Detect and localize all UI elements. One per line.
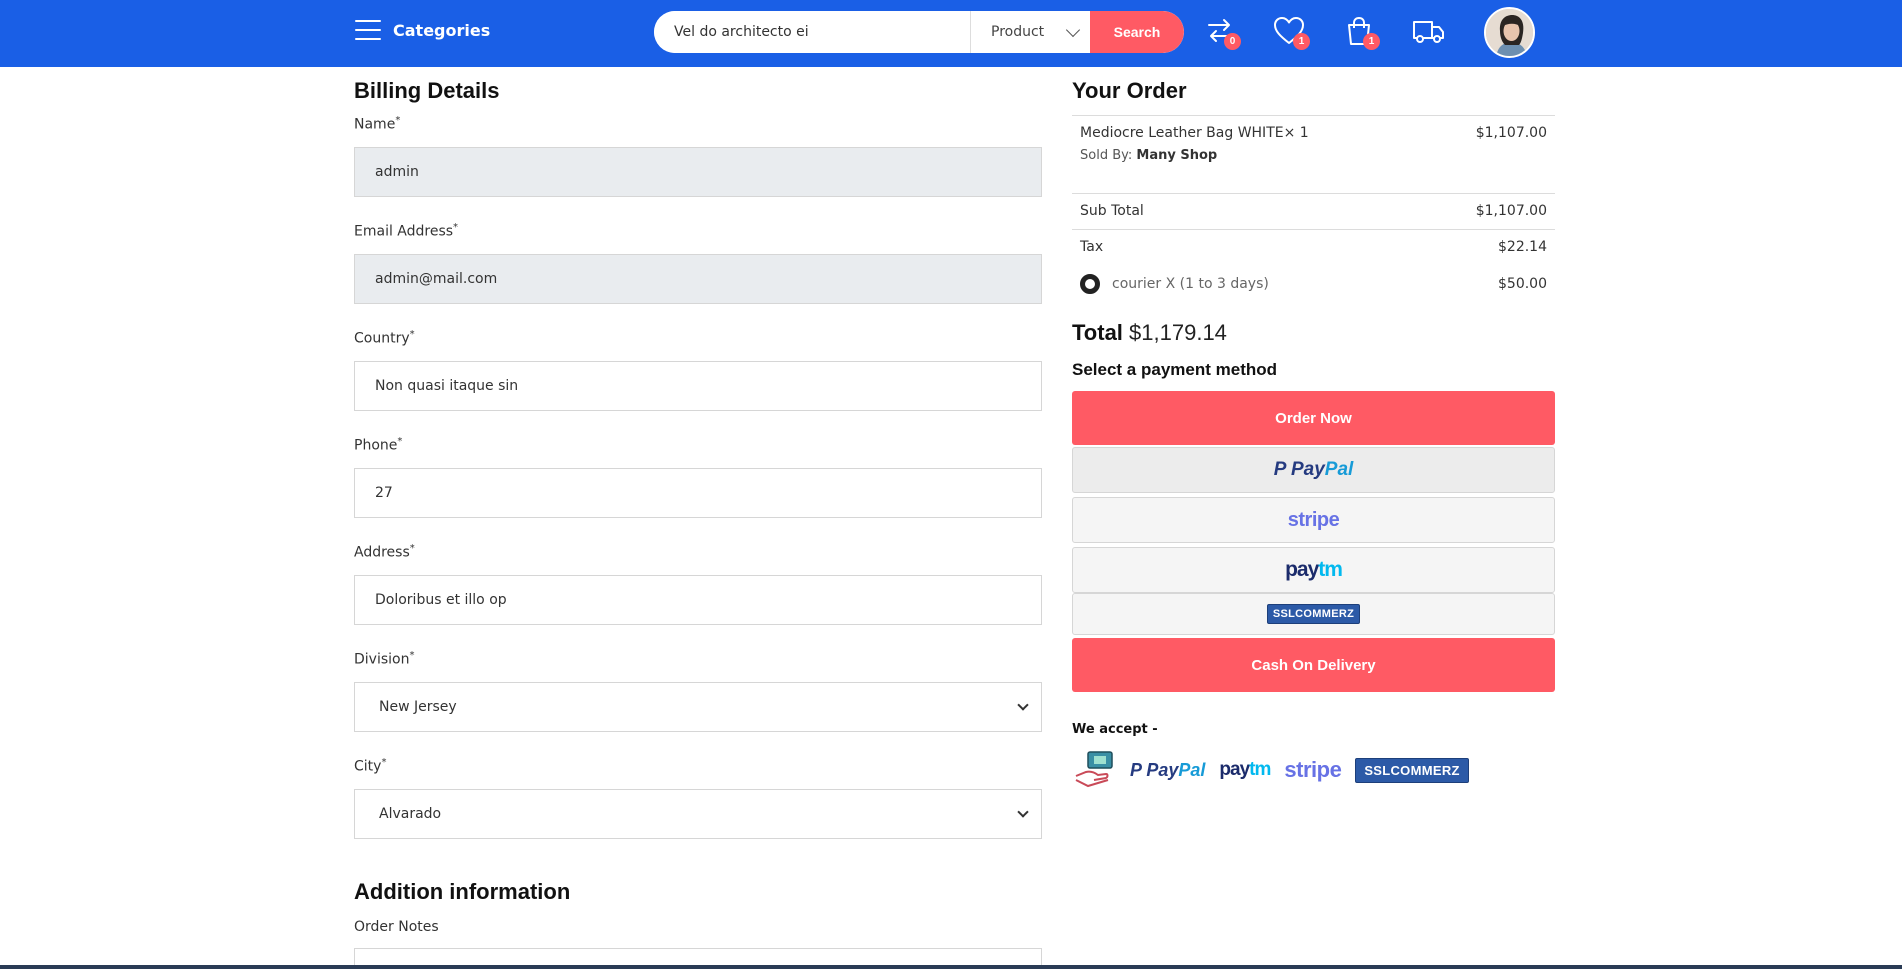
chevron-down-icon: [1065, 22, 1081, 37]
stripe-button[interactable]: stripe: [1072, 497, 1555, 543]
shop-name: Many Shop: [1136, 148, 1218, 163]
bottom-strip: [0, 965, 1902, 969]
divider: [1072, 193, 1555, 194]
we-accept-label: We accept -: [1072, 722, 1158, 737]
cash-in-hand-icon: [1075, 751, 1113, 788]
tax-label: Tax: [1080, 239, 1104, 255]
compare-count-badge: 0: [1224, 33, 1241, 50]
order-item-price: $1,107.00: [1475, 125, 1547, 141]
paypal-logo: P PayPal: [1273, 459, 1354, 480]
subtotal-value: $1,107.00: [1475, 203, 1547, 219]
categories-menu-button[interactable]: Categories: [355, 20, 490, 40]
your-order-section: Your Order Mediocre Leather Bag WHITE× 1…: [1072, 78, 1555, 788]
paytm-accept-logo: paytm: [1219, 759, 1271, 780]
name-input[interactable]: admin: [354, 147, 1042, 197]
name-label: Name*: [354, 115, 401, 133]
categories-label: Categories: [393, 20, 491, 40]
name-field-group: Name*: [354, 115, 1042, 133]
avatar-image: [1486, 9, 1533, 56]
divider: [1072, 229, 1555, 230]
order-notes-label: Order Notes: [354, 919, 439, 935]
shipping-label: courier X (1 to 3 days): [1112, 276, 1269, 292]
sold-by-row: Sold By: Many Shop: [1080, 148, 1547, 163]
city-field-group: City*: [354, 757, 1042, 775]
stripe-accept-logo: stripe: [1284, 757, 1342, 782]
shipping-value: $50.00: [1498, 276, 1547, 292]
division-label: Division*: [354, 650, 415, 668]
billing-details-section: Billing Details Name* admin Email Addres…: [354, 78, 1042, 969]
billing-details-title: Billing Details: [354, 78, 500, 103]
order-total: Total $1,179.14: [1072, 320, 1227, 346]
city-label: City*: [354, 757, 387, 775]
paypal-button[interactable]: P PayPal: [1072, 447, 1555, 493]
search-bar: Product Search: [654, 11, 1184, 53]
delivery-truck-icon: [1413, 21, 1444, 43]
email-label: Email Address*: [354, 222, 459, 240]
shipping-radio[interactable]: [1080, 274, 1100, 294]
tax-row: Tax $22.14: [1080, 239, 1547, 255]
stripe-logo: stripe: [1287, 508, 1340, 531]
addition-information-title: Addition information: [354, 879, 571, 904]
your-order-title: Your Order: [1072, 78, 1187, 103]
division-select[interactable]: New Jersey: [354, 682, 1042, 732]
order-now-button[interactable]: Order Now: [1072, 391, 1555, 445]
address-field-group: Address*: [354, 543, 1042, 561]
wishlist-count-badge: 1: [1293, 33, 1310, 50]
total-label: Total: [1072, 320, 1123, 345]
country-field-group: Country*: [354, 329, 1042, 347]
phone-label: Phone*: [354, 436, 403, 454]
country-input[interactable]: Non quasi itaque sin: [354, 361, 1042, 411]
city-select[interactable]: Alvarado: [354, 789, 1042, 839]
sslcommerz-button[interactable]: SSLCOMMERZ: [1072, 593, 1555, 635]
paytm-button[interactable]: paytm: [1072, 547, 1555, 593]
country-label: Country*: [354, 329, 415, 347]
total-value: $1,179.14: [1129, 320, 1227, 345]
sslcommerz-accept-logo: SSLCOMMERZ: [1355, 757, 1469, 783]
division-field-group: Division*: [354, 650, 1042, 668]
phone-field-group: Phone*: [354, 436, 1042, 454]
subtotal-label: Sub Total: [1080, 203, 1144, 219]
cash-on-delivery-button[interactable]: Cash On Delivery: [1072, 638, 1555, 692]
search-input[interactable]: [654, 11, 970, 53]
track-order-button[interactable]: [1412, 14, 1448, 50]
order-item-name: Mediocre Leather Bag WHITE× 1: [1080, 125, 1309, 141]
address-label: Address*: [354, 543, 415, 561]
compare-button[interactable]: 0: [1203, 14, 1241, 50]
phone-input[interactable]: 27: [354, 468, 1042, 518]
cart-button[interactable]: 1: [1342, 14, 1380, 50]
order-item-row: Mediocre Leather Bag WHITE× 1 $1,107.00: [1080, 125, 1547, 141]
paypal-accept-logo: P PayPal: [1130, 759, 1206, 780]
divider: [1072, 115, 1555, 116]
address-input[interactable]: Doloribus et illo op: [354, 575, 1042, 625]
hamburger-menu-icon: [355, 20, 381, 40]
search-category-select[interactable]: Product: [970, 11, 1090, 53]
paytm-logo: paytm: [1285, 558, 1343, 581]
subtotal-row: Sub Total $1,107.00: [1080, 203, 1547, 219]
tax-value: $22.14: [1498, 239, 1547, 255]
email-input[interactable]: admin@mail.com: [354, 254, 1042, 304]
cart-count-badge: 1: [1363, 33, 1380, 50]
accepted-payments-row: P PayPal paytm stripe SSLCOMMERZ: [1074, 750, 1469, 790]
user-avatar[interactable]: [1484, 7, 1535, 58]
sslcommerz-logo: SSLCOMMERZ: [1266, 604, 1361, 624]
email-field-group: Email Address*: [354, 222, 1042, 240]
chevron-down-icon: [1017, 699, 1029, 711]
search-category-value: Product: [991, 24, 1045, 40]
wishlist-button[interactable]: 1: [1272, 14, 1310, 50]
sold-by-label: Sold By:: [1080, 148, 1133, 163]
top-navbar: Categories Product Search 0 1 1: [0, 0, 1902, 67]
payment-method-title: Select a payment method: [1072, 360, 1278, 379]
shipping-row: courier X (1 to 3 days) $50.00: [1080, 274, 1547, 294]
search-button[interactable]: Search: [1090, 11, 1184, 53]
chevron-down-icon: [1017, 806, 1029, 818]
